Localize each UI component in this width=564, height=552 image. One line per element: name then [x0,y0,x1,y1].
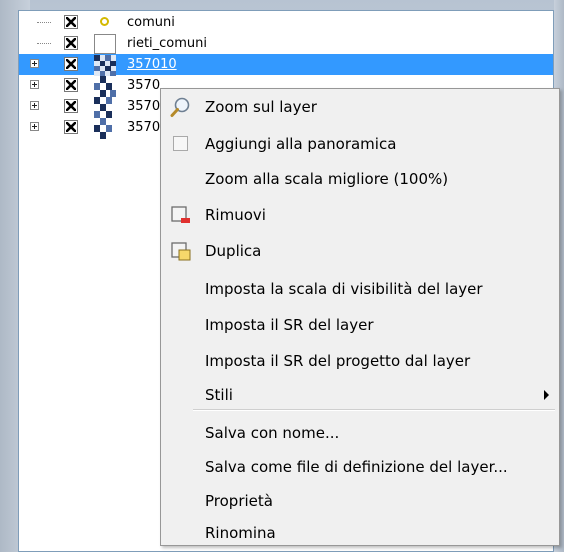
menu-item-set-visibility-scale[interactable]: Imposta la scala di visibilità del layer [163,273,557,305]
menu-item-label: Duplica [205,242,262,260]
menu-item-add-to-overview[interactable]: Aggiungi alla panoramica [163,128,557,160]
raster-thumbnail-icon [94,118,116,139]
checkmark-x-icon [66,17,76,27]
menu-item-save-as[interactable]: Salva con nome... [163,417,557,449]
zoom-magnifier-icon [170,97,190,117]
layer-visibility-checkbox[interactable] [64,36,78,50]
menu-item-label: Stili [205,386,233,404]
menu-item-label: Imposta il SR del layer [205,316,374,334]
menu-item-properties[interactable]: Proprietà [163,485,557,517]
layer-name: 3570 [127,99,161,114]
layer-context-menu: Zoom sul layer Aggiungi alla panoramica … [160,88,560,546]
expand-plus-icon[interactable] [30,101,39,110]
expand-plus-icon[interactable] [30,59,39,68]
menu-item-label: Salva come file di definizione del layer… [205,458,508,476]
layer-visibility-checkbox[interactable] [64,57,78,71]
checkbox-unchecked-icon [170,133,192,155]
tree-connector-line [37,22,51,23]
checkmark-x-icon [66,101,76,111]
menu-item-label: Rimuovi [205,206,266,224]
submenu-arrow-icon [544,390,549,400]
layer-row-rieti-comuni[interactable]: rieti_comuni [19,33,553,54]
menu-item-duplicate[interactable]: Duplica [163,235,557,267]
checkmark-x-icon [66,38,76,48]
menu-item-label: Salva con nome... [205,424,340,442]
menu-item-label: Zoom alla scala migliore (100%) [205,170,449,188]
polygon-layer-icon [94,34,116,54]
menu-item-zoom-best-scale[interactable]: Zoom alla scala migliore (100%) [163,163,557,195]
expand-plus-icon[interactable] [30,80,39,89]
point-layer-icon [94,13,116,32]
tree-connector-line [37,43,51,44]
layer-visibility-checkbox[interactable] [64,78,78,92]
menu-item-label: Rinomina [205,524,276,542]
menu-item-zoom-to-layer[interactable]: Zoom sul layer [163,91,557,123]
menu-item-label: Aggiungi alla panoramica [205,135,397,153]
layer-row-357010[interactable]: 357010 [19,54,553,76]
layer-visibility-checkbox[interactable] [64,15,78,29]
layer-row-comuni[interactable]: comuni [19,12,553,33]
menu-item-label: Proprietà [205,492,273,510]
raster-layer-icon [94,55,116,76]
checkmark-x-icon [66,59,76,69]
raster-layer-icon [94,97,116,118]
raster-thumbnail-icon [94,55,116,76]
menu-item-styles[interactable]: Stili [163,379,557,411]
menu-item-set-layer-crs[interactable]: Imposta il SR del layer [163,309,557,341]
checkmark-x-icon [66,80,76,90]
point-symbol-icon [100,17,109,26]
overview-checkbox [173,136,188,151]
raster-layer-icon [94,118,116,139]
raster-thumbnail-icon [94,76,116,97]
menu-item-label: Zoom sul layer [205,98,317,116]
layer-name: 357010 [127,57,177,72]
remove-layer-icon [171,206,190,223]
layer-name: rieti_comuni [127,36,208,51]
layer-name: 3570 [127,78,161,93]
layer-name: 3570 [127,120,161,135]
duplicate-layer-icon [171,242,191,261]
menu-item-rename[interactable]: Rinomina [163,517,557,549]
menu-item-remove[interactable]: Rimuovi [163,199,557,231]
raster-thumbnail-icon [94,97,116,118]
menu-item-label: Imposta il SR del progetto dal layer [205,352,471,370]
layer-visibility-checkbox[interactable] [64,120,78,134]
polygon-symbol-icon [94,34,116,54]
menu-item-save-layer-definition[interactable]: Salva come file di definizione del layer… [163,451,557,483]
raster-layer-icon [94,76,116,97]
menu-item-label: Imposta la scala di visibilità del layer [205,280,483,298]
layer-visibility-checkbox[interactable] [64,99,78,113]
menu-separator [193,409,555,411]
expand-plus-icon[interactable] [30,122,39,131]
checkmark-x-icon [66,122,76,132]
menu-item-set-project-crs[interactable]: Imposta il SR del progetto dal layer [163,345,557,377]
layer-name: comuni [127,15,175,30]
